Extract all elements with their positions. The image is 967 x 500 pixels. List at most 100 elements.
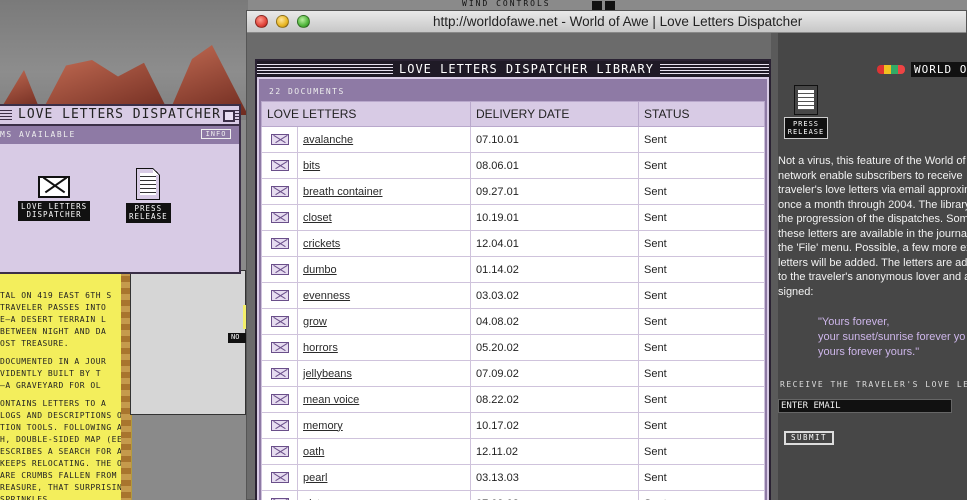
status-cell: Sent — [638, 464, 765, 491]
letter-name-cell: crickets — [297, 230, 471, 257]
dispatcher-titlebar[interactable]: LOVE LETTERS DISPATCHER — [0, 106, 239, 126]
icon-label: PRESS RELEASE — [783, 117, 829, 139]
letter-link[interactable]: crickets — [303, 238, 340, 250]
envelope-icon[interactable] — [271, 134, 289, 146]
letter-name-cell: closet — [297, 204, 471, 231]
dispatcher-body: LOVE LETTERS DISPATCHER PRESS RELEASE — [0, 144, 239, 269]
envelope-icon[interactable] — [271, 316, 289, 328]
letter-link[interactable]: bits — [303, 160, 320, 172]
letter-link[interactable]: oath — [303, 446, 324, 458]
zoom-window-button[interactable] — [297, 15, 310, 28]
press-release-button[interactable]: PRESS RELEASE — [778, 85, 834, 139]
envelope-icon[interactable] — [271, 212, 289, 224]
wind-control-button[interactable] — [592, 1, 602, 10]
delivery-date-cell: 08.22.02 — [470, 386, 639, 413]
status-cell: Sent — [638, 256, 765, 283]
letter-name-cell: evenness — [297, 282, 471, 309]
status-cell: Sent — [638, 204, 765, 231]
delivery-date-cell: 05.20.02 — [470, 334, 639, 361]
column-header-delivery-date: DELIVERY DATE — [470, 101, 639, 127]
dispatcher-window[interactable]: LOVE LETTERS DISPATCHER MS AVAILABLE INF… — [0, 104, 241, 274]
letter-link[interactable]: pearl — [303, 472, 327, 484]
press-release-icon-button[interactable]: PRESS RELEASE — [126, 168, 171, 224]
table-row: pearl 03.13.03 Sent — [261, 464, 765, 491]
letter-link[interactable]: closet — [303, 212, 332, 224]
email-input[interactable] — [778, 399, 952, 413]
status-cell: Sent — [638, 490, 765, 500]
journal-line: DOCUMENTED IN A JOUR — [0, 357, 107, 366]
icon-label: PRESS RELEASE — [126, 203, 171, 223]
delivery-date-cell: 01.14.02 — [470, 256, 639, 283]
letter-name-cell: grow — [297, 308, 471, 335]
journal-line: TAL ON 419 EAST 6TH S — [0, 291, 112, 300]
letter-name-cell: memory — [297, 412, 471, 439]
browser-titlebar[interactable]: http://worldofawe.net - World of Awe | L… — [247, 11, 966, 33]
envelope-cell — [261, 152, 298, 179]
envelope-icon[interactable] — [271, 160, 289, 172]
letter-link[interactable]: mean voice — [303, 394, 359, 406]
wind-control-button[interactable] — [605, 1, 615, 10]
envelope-cell — [261, 438, 298, 465]
envelope-icon[interactable] — [271, 186, 289, 198]
journal-text: TAL ON 419 EAST 6TH S TRAVELER PASSES INT… — [0, 290, 131, 500]
table-row: memory 10.17.02 Sent — [261, 412, 765, 439]
table-row: horrors 05.20.02 Sent — [261, 334, 765, 361]
table-row: bits 08.06.01 Sent — [261, 152, 765, 179]
envelope-icon[interactable] — [271, 420, 289, 432]
delivery-date-cell: 10.19.01 — [470, 204, 639, 231]
envelope-icon[interactable] — [271, 368, 289, 380]
letter-link[interactable]: horrors — [303, 342, 338, 354]
table-row: grow 04.08.02 Sent — [261, 308, 765, 335]
close-window-button[interactable] — [255, 15, 268, 28]
info-column: WORLD OF PRESS RELEASE Not a virus, this… — [778, 33, 967, 500]
library-panel: LOVE LETTERS DISPATCHER LIBRARY 22 DOCUM… — [255, 59, 771, 500]
envelope-icon[interactable] — [271, 238, 289, 250]
envelope-icon[interactable] — [271, 290, 289, 302]
letter-name-cell: jellybeans — [297, 360, 471, 387]
page-divider — [771, 33, 778, 500]
document-icon — [794, 85, 818, 115]
table-row: closet 10.19.01 Sent — [261, 204, 765, 231]
icon-label: LOVE LETTERS DISPATCHER — [18, 201, 91, 221]
letter-link[interactable]: avalanche — [303, 134, 353, 146]
close-icon[interactable] — [223, 110, 235, 122]
envelope-cell — [261, 230, 298, 257]
items-available-text: MS AVAILABLE — [0, 130, 76, 139]
document-count: 22 DOCUMENTS — [261, 81, 765, 101]
journal-page: TAL ON 419 EAST 6TH S TRAVELER PASSES INT… — [0, 270, 132, 500]
letter-link[interactable]: dumbo — [303, 264, 337, 276]
envelope-icon[interactable] — [271, 342, 289, 354]
journal-line: TION TOOLS. FOLLOWING A — [0, 423, 123, 432]
minimize-window-button[interactable] — [276, 15, 289, 28]
browser-window[interactable]: http://worldofawe.net - World of Awe | L… — [246, 10, 967, 500]
delivery-date-cell: 07.10.01 — [470, 126, 639, 153]
envelope-cell — [261, 334, 298, 361]
love-letters-dispatcher-icon-button[interactable]: LOVE LETTERS DISPATCHER — [18, 176, 91, 222]
column-header-status: STATUS — [638, 101, 765, 127]
envelope-icon[interactable] — [271, 394, 289, 406]
envelope-icon[interactable] — [271, 446, 289, 458]
envelope-cell — [261, 412, 298, 439]
wind-controls-label: WIND CONTROLS — [462, 0, 551, 8]
envelope-cell — [261, 464, 298, 491]
envelope-icon[interactable] — [271, 472, 289, 484]
letters-table-body: avalanche 07.10.01 Sent bits 08.06.01 Sent bre… — [261, 126, 765, 500]
letter-link[interactable]: grow — [303, 316, 327, 328]
icon-label-line: PRESS — [792, 120, 820, 128]
table-row: crickets 12.04.01 Sent — [261, 230, 765, 257]
feature-description: Not a virus, this feature of the World o… — [778, 155, 967, 298]
letter-link[interactable]: breath container — [303, 186, 383, 198]
letter-link[interactable]: evenness — [303, 290, 350, 302]
letter-link[interactable]: jellybeans — [303, 368, 352, 380]
delivery-date-cell: 04.08.02 — [470, 308, 639, 335]
library-title: LOVE LETTERS DISPATCHER LIBRARY — [393, 61, 660, 77]
envelope-icon[interactable] — [271, 264, 289, 276]
envelope-cell — [261, 360, 298, 387]
letter-link[interactable]: memory — [303, 420, 343, 432]
info-button[interactable]: INFO — [201, 129, 231, 139]
icon-label-line: RELEASE — [787, 128, 825, 136]
delivery-date-cell: 10.17.02 — [470, 412, 639, 439]
receive-letters-label: RECEIVE THE TRAVELER'S LOVE LETT — [780, 380, 967, 389]
submit-button[interactable]: SUBMIT — [784, 431, 834, 445]
delivery-date-cell: 12.04.01 — [470, 230, 639, 257]
